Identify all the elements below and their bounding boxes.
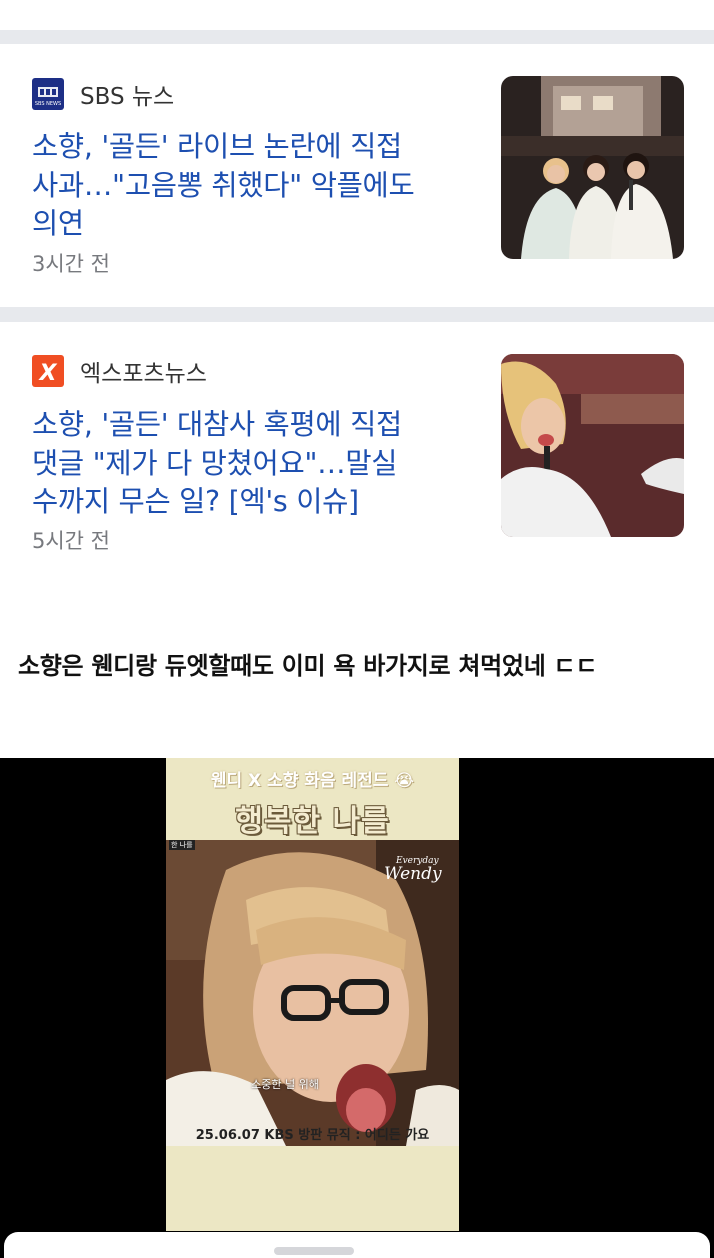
news-card-sbs[interactable]: SBS NEWS SBS 뉴스 소향, '골든' 라이브 논란에 직접 사과…"… (0, 44, 714, 307)
headline-line: 수까지 무슨 일? [엑's 이슈] (32, 485, 359, 518)
comment-text: 소향은 웬디랑 듀엣할때도 이미 욕 바가지로 쳐먹었네 ㄷㄷ (18, 652, 598, 680)
source-row: X 엑스포츠뉴스 (32, 354, 207, 388)
headline-line: 댓글 "제가 다 망쳤어요"…말실 (32, 446, 398, 480)
headline[interactable]: 소향, '골든' 대참사 혹평에 직접 댓글 "제가 다 망쳤어요"…말실 수까… (32, 406, 482, 522)
top-separator (0, 30, 714, 44)
timestamp: 5시간 전 (32, 529, 110, 553)
video-player[interactable]: 웬디 X 소향 화음 레전드 😭 행복한 나를 한 나를 Everyday We… (166, 758, 459, 1231)
headline-line: 소향, '골든' 대참사 혹평에 직접 (32, 408, 402, 441)
video-small-tag: 한 나를 (169, 840, 195, 850)
video-title: 행복한 나를 (235, 804, 390, 839)
sbs-news-logo-icon: SBS NEWS (32, 78, 64, 110)
source-name[interactable]: SBS 뉴스 (80, 77, 174, 111)
article-thumbnail[interactable] (501, 354, 684, 537)
article-thumbnail[interactable] (501, 76, 684, 259)
headline-line: 의연 (32, 207, 84, 240)
drag-handle[interactable] (274, 1247, 354, 1255)
headline[interactable]: 소향, '골든' 라이브 논란에 직접 사과…"고음뽕 취했다" 악플에도 의연 (32, 128, 482, 244)
video-subtitle: 소중한 널 위해 (251, 1078, 319, 1091)
news-card-xports[interactable]: X 엑스포츠뉴스 소향, '골든' 대참사 혹평에 직접 댓글 "제가 다 망쳤… (0, 322, 714, 622)
video-brand-line2: Wendy (384, 864, 442, 884)
logo-text: X (38, 361, 58, 386)
video-frame-image (166, 840, 459, 1146)
headline-line: 소향, '골든' 라이브 논란에 직접 (32, 130, 402, 163)
source-row: SBS NEWS SBS 뉴스 (32, 77, 174, 111)
headline-line: 사과…"고음뽕 취했다" 악플에도 (32, 168, 415, 202)
logo-text: SBS NEWS (35, 101, 61, 107)
timestamp: 3시간 전 (32, 252, 110, 276)
middle-separator (0, 307, 714, 322)
bottom-sheet[interactable] (4, 1232, 710, 1258)
video-top-text: 웬디 X 소향 화음 레전드 😭 (210, 771, 415, 791)
xports-news-logo-icon: X (32, 355, 64, 387)
source-name[interactable]: 엑스포츠뉴스 (80, 354, 207, 388)
video-caption: 25.06.07 KBS 방판 뮤직 : 어디든 가요 (195, 1128, 430, 1143)
